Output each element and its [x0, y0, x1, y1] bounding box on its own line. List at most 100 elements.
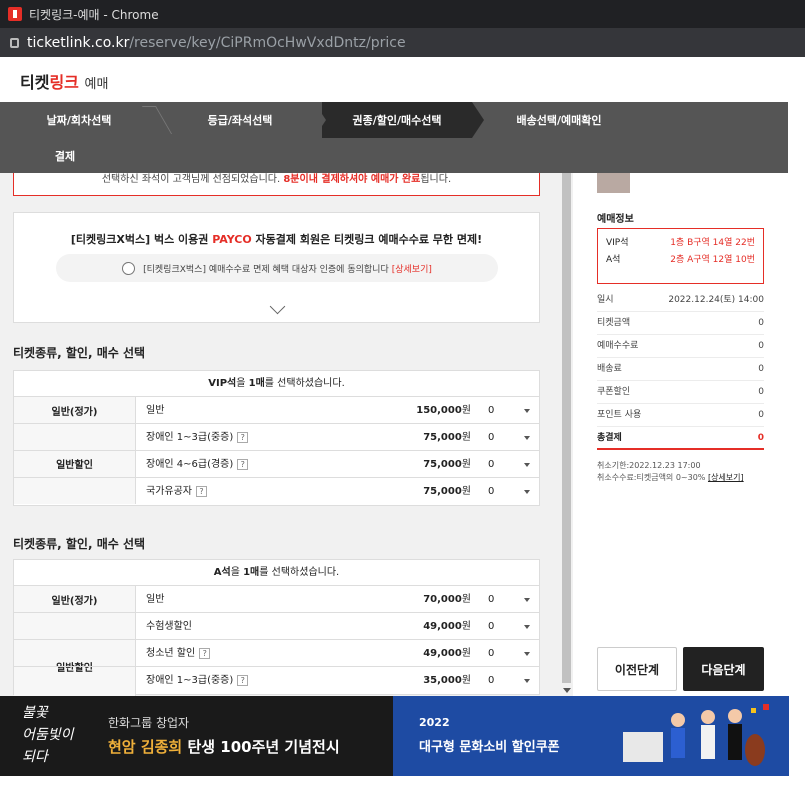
dropdown-caret-icon	[524, 436, 530, 440]
banner-rest-text: 탄생 100주년 기념전시	[182, 738, 340, 756]
dropdown-caret-icon	[524, 625, 530, 629]
summary-title: 예매정보	[597, 214, 634, 225]
table-row: 청소년 할인? 49,000원 0	[14, 640, 539, 667]
quantity-value: 0	[488, 405, 495, 416]
header-count: 1매	[248, 378, 265, 389]
price-unit: 원	[461, 594, 471, 605]
banner-line2: 현암 김종희 탄생 100주년 기념전시	[108, 736, 340, 757]
payco-consent[interactable]: [티켓링크X벅스] 예매수수료 면제 혜택 대상자 인증에 동의합니다 [상세보…	[56, 254, 498, 282]
info-row: 예매수수료 0	[597, 335, 764, 358]
scroll-down-icon[interactable]	[563, 688, 571, 693]
step-seat: 등급/좌석선택	[160, 102, 320, 138]
scrollbar-thumb[interactable]	[562, 173, 571, 683]
quantity-value: 0	[488, 459, 495, 470]
ticketlink-favicon-icon	[8, 7, 22, 21]
seat-row: A석 2층 A구역 12열 10번	[606, 252, 755, 269]
ticket-name-text: 일반	[146, 405, 165, 416]
info-label: 예매수수료	[597, 341, 639, 351]
step-label: 권종/할인/매수선택	[352, 114, 442, 127]
dropdown-caret-icon	[524, 463, 530, 467]
banner-line1: 한화그룹 창업자	[108, 716, 190, 730]
step-payment: 결제	[0, 138, 130, 174]
header-mid: 을	[236, 378, 249, 389]
ticket-price: 70,000원	[344, 586, 471, 613]
ticket-price: 49,000원	[344, 613, 471, 640]
info-row: 티켓금액 0	[597, 312, 764, 335]
table-row: 장애인 1~3급(중증)? 35,000원 0	[14, 667, 539, 694]
header-count: 1매	[243, 567, 260, 578]
quantity-select[interactable]: 0	[482, 586, 538, 613]
cancel-fee-detail-link[interactable]: [상세보기]	[708, 473, 744, 482]
prev-step-button[interactable]: 이전단계	[597, 647, 677, 691]
next-step-button[interactable]: 다음단계	[683, 647, 764, 691]
selected-seats-box: VIP석 1층 B구역 14열 22번 A석 2층 A구역 12열 10번	[597, 228, 764, 284]
price-value: 49,000	[423, 648, 462, 659]
cancel-fee: 취소수수료:티켓금액의 0~30% [상세보기]	[597, 472, 772, 484]
quantity-select[interactable]: 0	[482, 478, 538, 505]
content-scrollbar[interactable]	[560, 173, 573, 696]
info-label: 티켓금액	[597, 318, 631, 328]
seat-position: 1층 B구역 14열 22번	[670, 238, 755, 248]
ticket-price: 49,000원	[344, 640, 471, 667]
quantity-value: 0	[488, 621, 495, 632]
ticketlink-logo[interactable]: 티켓링크 예매	[20, 69, 108, 93]
payco-title-post: 자동결제 회원은 티켓링크 예매수수료 무한 면제!	[251, 233, 483, 246]
quantity-select[interactable]: 0	[482, 451, 538, 478]
vip-ticket-table: VIP석을 1매를 선택하셨습니다. 일반(정가) 일반할인 일반 150,00…	[13, 370, 540, 506]
tab-title: 티켓링크-예매 - Chrome	[29, 7, 159, 22]
banner-gold-text: 현암 김종희	[108, 738, 183, 756]
table-body: 일반(정가) 일반할인 일반 70,000원 0 수험생할인 49,000원 0…	[14, 586, 539, 696]
performance-thumbnail	[597, 173, 630, 193]
ticket-name-text: 수험생할인	[146, 621, 192, 632]
ticket-name: 장애인 1~3급(중증)?	[146, 424, 249, 451]
exhibition-banner[interactable]: 불꽃 어둠빛이 되다 한화그룹 창업자 현암 김종희 탄생 100주년 기념전시	[0, 696, 393, 776]
step-arrow	[472, 102, 484, 138]
quantity-select[interactable]: 0	[482, 397, 538, 424]
total-row: 총결제 0	[597, 427, 764, 450]
help-icon[interactable]: ?	[237, 431, 249, 443]
seat-hold-notice: 선택하신 좌석이 고객님께 선점되었습니다. 8분이내 결제하셔야 예매가 완료…	[13, 173, 540, 196]
help-icon[interactable]: ?	[196, 485, 207, 497]
price-unit: 원	[461, 648, 471, 659]
quantity-select[interactable]: 0	[482, 613, 538, 640]
consent-text: [티켓링크X벅스] 예매수수료 면제 혜택 대상자 인증에 동의합니다	[143, 264, 389, 275]
ticket-name-text: 국가유공자	[146, 486, 192, 497]
info-row: 포인트 사용 0	[597, 404, 764, 427]
seat-row: VIP석 1층 B구역 14열 22번	[606, 235, 755, 252]
ticket-name-text: 장애인 1~3급(중증)	[146, 675, 234, 686]
table-header: VIP석을 1매를 선택하셨습니다.	[14, 371, 539, 397]
price-value: 49,000	[423, 621, 462, 632]
ticket-name: 장애인 1~3급(중증)?	[146, 667, 249, 694]
header-mid: 을	[230, 567, 244, 578]
art-line: 되다	[22, 749, 48, 765]
consent-radio[interactable]	[122, 261, 136, 275]
price-value: 75,000	[423, 486, 462, 497]
table-header: A석을 1매를 선택하셨습니다.	[14, 560, 539, 586]
chevron-down-icon[interactable]	[269, 298, 286, 315]
ticket-name-text: 장애인 1~3급(중증)	[146, 432, 234, 443]
browser-titlebar: 티켓링크-예매 - Chrome	[0, 0, 805, 28]
header-post: 를 선택하셨습니다.	[259, 567, 340, 578]
help-icon[interactable]: ?	[237, 674, 249, 686]
info-value: 0	[758, 364, 764, 374]
info-value: 0	[758, 341, 764, 351]
step-arrow	[314, 102, 326, 138]
ticket-price: 150,000원	[344, 397, 471, 424]
help-icon[interactable]: ?	[237, 458, 249, 470]
address-bar[interactable]: ticketlink.co.kr/reserve/key/CiPRmOcHwVx…	[0, 28, 805, 57]
quantity-select[interactable]: 0	[482, 424, 538, 451]
ticket-price: 35,000원	[344, 667, 471, 694]
quantity-select[interactable]: 0	[482, 640, 538, 667]
header-seat: A석	[213, 567, 231, 578]
quantity-select[interactable]: 0	[482, 667, 538, 694]
dropdown-caret-icon	[524, 598, 530, 602]
info-row: 일시 2022.12.24(토) 14:00	[597, 289, 764, 312]
cancel-policy: 취소기한:2022.12.23 17:00 취소수수료:티켓금액의 0~30% …	[597, 460, 772, 484]
price-value: 35,000	[423, 675, 462, 686]
coupon-banner[interactable]: 2022 대구형 문화소비 할인쿠폰	[393, 696, 789, 776]
help-icon[interactable]: ?	[199, 647, 211, 659]
consent-detail-link[interactable]: [상세보기]	[392, 262, 432, 275]
ticket-name: 일반	[146, 586, 164, 613]
step-date: 날짜/회차선택	[0, 102, 158, 138]
step-label: 배송선택/예매확인	[516, 114, 602, 127]
